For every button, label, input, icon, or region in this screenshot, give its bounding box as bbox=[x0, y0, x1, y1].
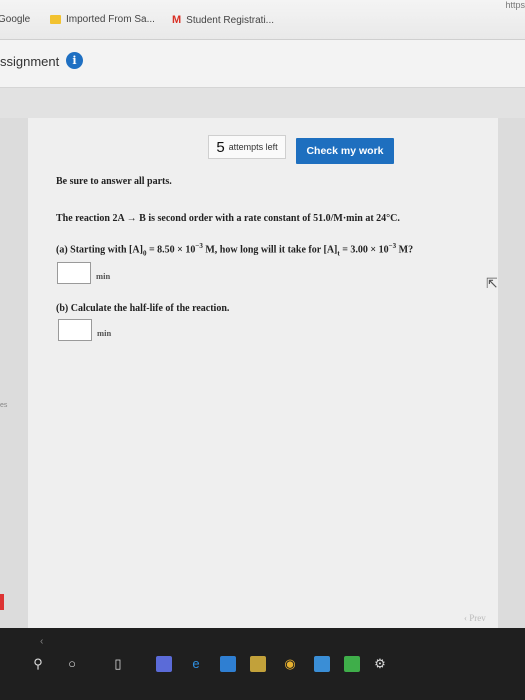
bookmark-label: Student Registrati... bbox=[186, 14, 274, 26]
page-title: ssignment bbox=[0, 54, 60, 69]
part-a-prompt: (a) Starting with [A]0 = 8.50 × 10−3 M, … bbox=[56, 242, 413, 257]
part-a-text: M? bbox=[396, 244, 414, 256]
bookmark-label: Imported From Sa... bbox=[66, 14, 155, 25]
app-icon[interactable] bbox=[314, 656, 330, 672]
part-a-text: = 8.50 × 10 bbox=[146, 244, 196, 256]
attempts-label: attempts left bbox=[228, 142, 278, 152]
bookmarks-bar: Google Imported From Sa... M Student Reg… bbox=[0, 0, 525, 40]
store-icon[interactable] bbox=[156, 656, 172, 672]
assignment-header: ssignment i bbox=[0, 40, 525, 88]
exponent: −3 bbox=[195, 242, 203, 250]
edge-icon[interactable]: e bbox=[188, 656, 204, 672]
part-b-prompt: (b) Calculate the half-life of the react… bbox=[56, 303, 230, 314]
part-a-text: = 3.00 × 10 bbox=[339, 244, 389, 256]
gmail-icon: M bbox=[172, 14, 182, 26]
folder-icon bbox=[50, 15, 61, 24]
bookmark-imported[interactable]: Imported From Sa... bbox=[50, 14, 155, 25]
part-b-answer-input[interactable] bbox=[58, 319, 92, 341]
instruction-text: Be sure to answer all parts. bbox=[56, 176, 172, 187]
chevron-up-icon[interactable]: ‹ bbox=[40, 636, 43, 647]
sidebar-fragment: es bbox=[0, 402, 8, 409]
bookmark-google[interactable]: Google bbox=[0, 14, 30, 25]
part-a-answer-input[interactable] bbox=[57, 262, 91, 284]
reaction-statement: The reaction 2A → B is second order with… bbox=[56, 213, 400, 224]
prev-label: Prev bbox=[469, 613, 486, 623]
photos-icon[interactable] bbox=[250, 656, 266, 672]
search-icon[interactable]: ⚲ bbox=[30, 656, 46, 672]
info-icon[interactable]: i bbox=[66, 52, 83, 69]
header-band bbox=[0, 88, 525, 118]
mouse-cursor-icon: ⇱ bbox=[486, 275, 498, 291]
media-icon[interactable] bbox=[344, 656, 360, 672]
task-view-icon[interactable]: ▯ bbox=[110, 656, 126, 672]
part-b-unit: min bbox=[97, 328, 112, 338]
exponent: −3 bbox=[388, 242, 397, 250]
part-a-text: M, how long will it take for [A] bbox=[202, 244, 338, 256]
mail-icon[interactable] bbox=[220, 656, 236, 672]
chrome-icon[interactable]: ◉ bbox=[282, 656, 298, 672]
settings-icon[interactable]: ⚙ bbox=[372, 656, 388, 672]
attempts-left-badge: 5 attempts left bbox=[208, 135, 286, 159]
prev-link[interactable]: ‹ Prev bbox=[464, 613, 486, 623]
bookmark-student-registration[interactable]: M Student Registrati... bbox=[172, 14, 274, 26]
attempts-count: 5 bbox=[216, 138, 225, 156]
bookmark-label: Google bbox=[0, 14, 31, 25]
question-panel bbox=[28, 118, 498, 628]
part-a-unit: min bbox=[96, 271, 111, 281]
check-my-work-button[interactable]: Check my work bbox=[296, 138, 394, 164]
cortana-icon[interactable]: ○ bbox=[64, 656, 80, 672]
part-a-text: (a) Starting with [A] bbox=[56, 244, 143, 256]
taskbar: ‹ ⚲ ○ ▯ e ◉ ⚙ bbox=[0, 628, 525, 700]
red-indicator bbox=[0, 594, 4, 610]
url-fragment: https bbox=[505, 0, 525, 10]
